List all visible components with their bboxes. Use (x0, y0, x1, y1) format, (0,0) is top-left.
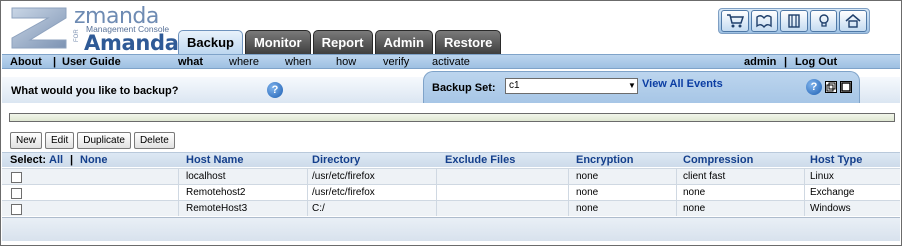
column-compression[interactable]: Compression (683, 154, 753, 167)
cell-directory: C:/ (312, 203, 325, 214)
duplicate-button[interactable]: Duplicate (77, 132, 131, 149)
cell-directory: /usr/etc/firefox (312, 171, 375, 182)
app-window: zmanda Management Console FOR Amanda Bac… (0, 0, 902, 246)
cell-encryption: none (576, 171, 599, 182)
action-buttons: New Edit Duplicate Delete (10, 132, 175, 149)
edit-button[interactable]: Edit (45, 132, 75, 149)
column-directory[interactable]: Directory (312, 154, 360, 167)
book-icon[interactable] (750, 10, 779, 32)
new-button[interactable]: New (10, 132, 43, 149)
nav-separator: | (784, 56, 788, 68)
cell-compression: none (683, 187, 706, 198)
app-header: zmanda Management Console FOR Amanda Bac… (2, 2, 900, 55)
backup-set-select[interactable]: c1 ▼ (505, 78, 638, 94)
step-where[interactable]: where (229, 56, 259, 68)
logout-link[interactable]: Log Out (795, 56, 837, 68)
cart-icon[interactable] (721, 10, 749, 32)
user-guide-link[interactable]: User Guide (62, 56, 121, 68)
table-row[interactable]: localhost /usr/etc/firefox none client f… (2, 168, 900, 184)
user-name: admin (744, 56, 777, 68)
step-what[interactable]: what (178, 56, 203, 68)
column-exclude-files[interactable]: Exclude Files (445, 154, 515, 167)
cell-directory: /usr/etc/firefox (312, 187, 375, 198)
nav-separator: | (53, 56, 57, 68)
backup-set-value: c1 (509, 80, 520, 91)
select-none-link[interactable]: None (80, 154, 108, 167)
brand-amanda: Amanda (84, 31, 179, 55)
row-checkbox[interactable] (11, 204, 22, 215)
table-row[interactable]: RemoteHost3 C:/ none none Windows (2, 200, 900, 216)
restore-window-icon[interactable] (825, 81, 837, 93)
main-tabs: Backup Monitor Report Admin Restore (178, 30, 503, 55)
tab-admin[interactable]: Admin (374, 30, 433, 55)
row-checkbox[interactable] (11, 172, 22, 183)
cell-host-type: Windows (810, 203, 851, 214)
select-all-link[interactable]: All (49, 154, 63, 167)
table-row[interactable]: Remotehost2 /usr/etc/firefox none none E… (2, 184, 900, 200)
maximize-window-icon[interactable] (840, 81, 852, 93)
backup-set-panel: Backup Set: c1 ▼ View All Events ? (423, 71, 860, 103)
column-encryption[interactable]: Encryption (576, 154, 633, 167)
tab-report[interactable]: Report (312, 30, 373, 55)
brand-for: FOR (74, 29, 80, 42)
binder-icon[interactable] (780, 10, 808, 32)
step-verify[interactable]: verify (383, 56, 409, 68)
column-host-type[interactable]: Host Type (810, 154, 862, 167)
help-icon[interactable]: ? (267, 82, 283, 98)
row-checkbox[interactable] (11, 188, 22, 199)
zmanda-logo-icon (11, 7, 67, 49)
page-question: What would you like to backup? (11, 85, 179, 97)
table-header: Select: All | None Host Name Directory E… (2, 152, 900, 167)
step-activate[interactable]: activate (432, 56, 470, 68)
column-host-name[interactable]: Host Name (186, 154, 243, 167)
select-label: Select: (10, 154, 47, 166)
cell-host-type: Linux (810, 171, 834, 182)
step-how[interactable]: how (336, 56, 356, 68)
cell-host-type: Exchange (810, 187, 855, 198)
nav-bar: About | User Guide what where when how v… (2, 54, 900, 69)
cell-compression: none (683, 203, 706, 214)
cell-host-name: localhost (186, 171, 226, 182)
home-icon[interactable] (839, 10, 867, 32)
delete-button[interactable]: Delete (133, 132, 175, 149)
tab-backup[interactable]: Backup (178, 30, 243, 55)
question-bar: What would you like to backup? ? Backup … (2, 71, 900, 103)
select-separator: | (70, 154, 74, 166)
cell-host-name: RemoteHost3 (186, 203, 248, 214)
step-when[interactable]: when (285, 56, 311, 68)
progress-bar (9, 113, 895, 122)
tab-monitor[interactable]: Monitor (244, 30, 311, 55)
lightbulb-icon[interactable] (809, 10, 838, 32)
about-link[interactable]: About (10, 56, 42, 68)
backup-set-label: Backup Set: (432, 82, 496, 94)
cell-host-name: Remotehost2 (186, 187, 246, 198)
help-icon[interactable]: ? (806, 79, 822, 95)
view-all-events-link[interactable]: View All Events (642, 78, 723, 90)
cell-encryption: none (576, 203, 599, 214)
chevron-down-icon: ▼ (628, 81, 636, 90)
table-footer (2, 217, 900, 241)
tab-restore[interactable]: Restore (434, 30, 502, 55)
toolbar-icons (718, 8, 870, 34)
cell-encryption: none (576, 187, 599, 198)
cell-compression: client fast (683, 171, 726, 182)
